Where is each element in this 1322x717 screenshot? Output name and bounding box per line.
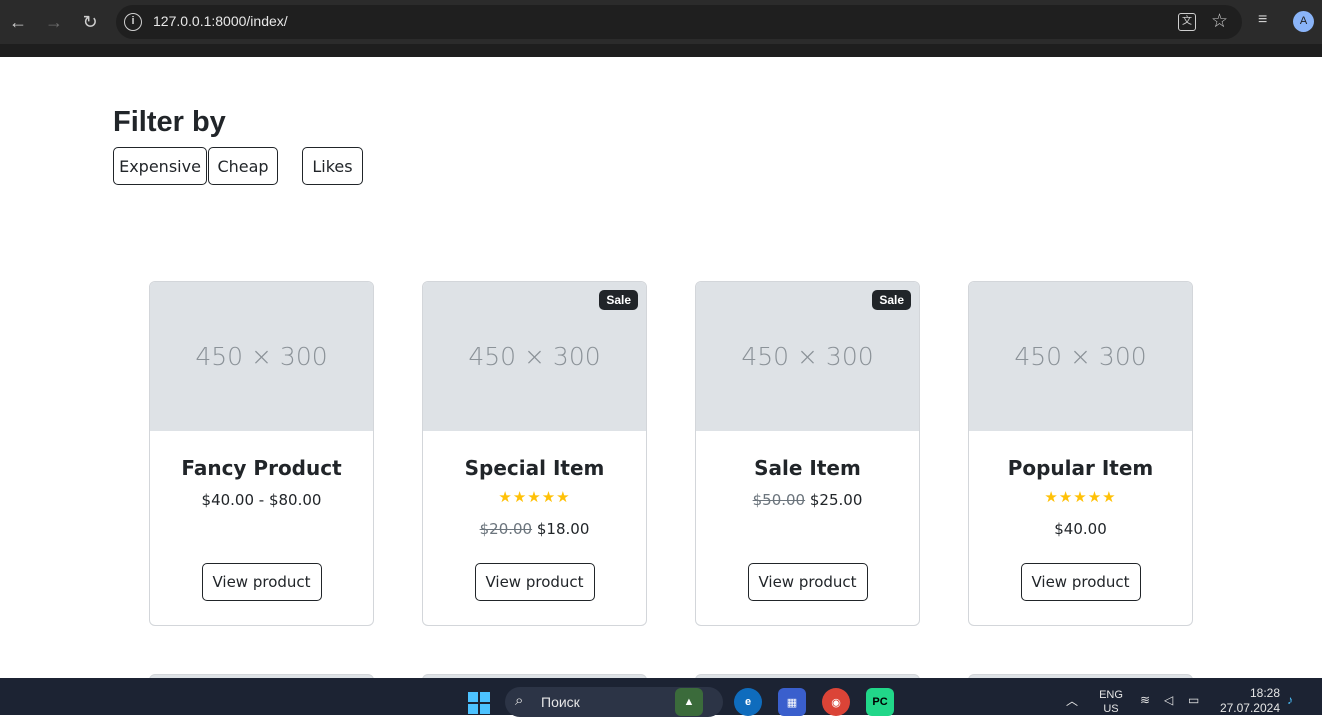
product-name: Fancy Product [181, 456, 342, 480]
clock-time: 18:28 [1249, 686, 1280, 700]
language-region: US [1103, 703, 1119, 715]
store-icon[interactable]: ▦ [778, 688, 806, 716]
language-indicator[interactable]: ENG US [1096, 688, 1126, 716]
product-price-line: $20.00 $18.00 [423, 520, 646, 538]
volume-icon[interactable]: ◁ [1164, 693, 1173, 707]
view-product-button[interactable]: View product [474, 563, 595, 601]
view-product-button[interactable]: View product [201, 563, 322, 601]
product-card: 450 × 300 Fancy Product $40.00 - $80.00 … [149, 281, 374, 626]
product-price-line: $50.00 $25.00 [696, 491, 919, 509]
product-price: $25.00 [809, 491, 863, 509]
system-clock[interactable]: 18:28 27.07.2024 [1218, 686, 1280, 716]
back-icon[interactable]: ← [6, 10, 30, 34]
filter-heading: Filter by [113, 106, 226, 138]
url-text[interactable]: 127.0.0.1:8000/index/ [153, 13, 288, 29]
clock-date: 27.07.2024 [1219, 701, 1280, 715]
product-image-placeholder: 450 × 300 [150, 282, 373, 431]
taskbar-search-placeholder: Поиск [541, 694, 580, 710]
sale-badge: Sale [872, 290, 911, 310]
widget-icon[interactable]: ▲ [675, 688, 703, 716]
product-image-placeholder: 450 × 300 [969, 282, 1192, 431]
reload-icon[interactable]: ↻ [78, 10, 102, 34]
filter-expensive-button[interactable]: Expensive [113, 147, 207, 185]
view-product-button[interactable]: View product [1020, 563, 1141, 601]
old-price: $20.00 [479, 520, 533, 538]
product-name: Sale Item [754, 456, 861, 480]
bookmark-star-icon[interactable]: ☆ [1211, 10, 1228, 33]
tray-overflow-icon[interactable]: ︿ [1066, 692, 1078, 709]
filter-likes-button[interactable]: Likes [302, 147, 363, 185]
view-product-button[interactable]: View product [747, 563, 868, 601]
wifi-icon[interactable]: ≋ [1140, 693, 1150, 707]
notification-bell-icon[interactable]: ♪ [1287, 693, 1293, 707]
toolbar-divider [0, 44, 1322, 57]
language-code: ENG [1099, 689, 1123, 701]
battery-icon[interactable]: ▭ [1188, 693, 1199, 707]
product-price: $18.00 [536, 520, 590, 538]
reading-list-icon[interactable]: ≡ [1258, 11, 1267, 29]
product-card: 450 × 300 Sale Sale Item $50.00 $25.00 V… [695, 281, 920, 626]
product-price: $40.00 - $80.00 [201, 491, 322, 509]
browser-toolbar: ← → ↻ i 127.0.0.1:8000/index/ 文 ☆ ≡ A [0, 0, 1322, 57]
chrome-icon[interactable]: ◉ [822, 688, 850, 716]
sale-badge: Sale [599, 290, 638, 310]
forward-icon[interactable]: → [42, 10, 66, 34]
rating-stars-icon: ★★★★★ [498, 489, 571, 506]
site-info-icon[interactable]: i [124, 13, 142, 31]
product-name: Special Item [464, 456, 605, 480]
profile-avatar[interactable]: A [1293, 11, 1314, 32]
translate-icon[interactable]: 文 [1178, 13, 1196, 31]
page-content: Filter by Expensive Cheap Likes 450 × 30… [0, 57, 1322, 678]
edge-icon[interactable]: e [734, 688, 762, 716]
rating-stars-icon: ★★★★★ [1044, 489, 1117, 506]
search-icon: ⌕ [515, 692, 524, 709]
product-name: Popular Item [1007, 456, 1154, 480]
pycharm-icon[interactable]: PC [866, 688, 894, 716]
address-bar[interactable]: i 127.0.0.1:8000/index/ 文 ☆ [116, 5, 1242, 39]
product-price: $40.00 [1054, 520, 1107, 538]
product-card: 450 × 300 Sale Special Item ★★★★★ $20.00… [422, 281, 647, 626]
product-card: 450 × 300 Popular Item ★★★★★ $40.00 View… [968, 281, 1193, 626]
filter-cheap-button[interactable]: Cheap [208, 147, 278, 185]
old-price: $50.00 [752, 491, 806, 509]
windows-start-icon[interactable] [468, 692, 490, 714]
